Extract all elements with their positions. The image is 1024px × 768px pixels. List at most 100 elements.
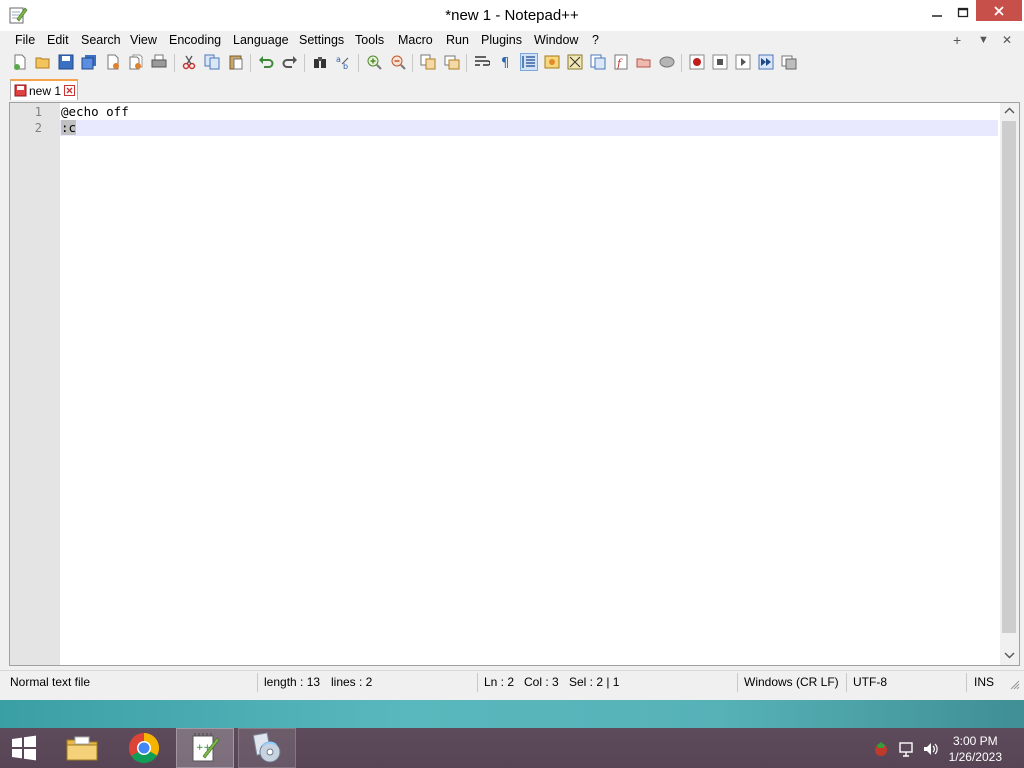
notepadpp-icon: ++ [192, 733, 220, 762]
status-eol[interactable]: Windows (CR LF) [744, 675, 839, 689]
close-window-button[interactable] [976, 0, 1022, 21]
security-tray-icon[interactable] [872, 740, 890, 758]
zoom-in-button[interactable] [365, 53, 383, 71]
menu-tools[interactable]: Tools [355, 33, 384, 47]
menu-file[interactable]: File [15, 33, 35, 47]
close-icon [994, 5, 1004, 16]
tab-bar: new 1 [0, 77, 1024, 100]
tab-close-icon[interactable] [64, 85, 75, 96]
tab-list-dropdown-button[interactable]: ▼ [978, 34, 989, 46]
print-icon [151, 54, 167, 68]
status-divider [257, 673, 258, 692]
status-encoding[interactable]: UTF-8 [853, 675, 887, 689]
menu-settings[interactable]: Settings [299, 33, 344, 47]
paste-button[interactable] [227, 53, 245, 71]
maximize-button[interactable] [946, 0, 980, 26]
menu-macro[interactable]: Macro [398, 33, 433, 47]
status-insert-mode[interactable]: INS [974, 675, 994, 689]
scroll-up-icon[interactable] [1004, 107, 1015, 115]
save-all-button[interactable] [80, 53, 98, 71]
new-tab-button[interactable]: + [953, 32, 961, 48]
menu-encoding[interactable]: Encoding [169, 33, 221, 47]
taskbar-notepadpp[interactable]: ++ [176, 728, 234, 768]
close-all-icon [129, 54, 143, 70]
sync-horizontal-icon [444, 55, 460, 70]
unsaved-file-icon [14, 84, 27, 97]
taskbar: ++ 3:00 PM 1/26/2023 [0, 728, 1024, 768]
sync-horizontal-scrolling-button[interactable] [443, 53, 461, 71]
text-editor[interactable]: 1 2 @echo off :c [9, 102, 1020, 666]
code-line[interactable]: @echo off [61, 104, 129, 119]
record-macro-icon [689, 54, 705, 70]
user-defined-language-button[interactable] [543, 53, 561, 71]
menu-run[interactable]: Run [446, 33, 469, 47]
print-button[interactable] [150, 53, 168, 71]
taskbar-chrome[interactable] [118, 728, 170, 768]
close-document-button[interactable]: ✕ [1002, 33, 1012, 47]
menu-window[interactable]: Window [534, 33, 578, 47]
record-macro-button[interactable] [688, 53, 706, 71]
user-defined-language-icon [544, 55, 560, 69]
volume-tray-icon[interactable] [922, 740, 940, 758]
windows-logo-icon [12, 735, 36, 761]
document-map-button[interactable] [566, 53, 584, 71]
find-button[interactable] [311, 53, 329, 71]
scroll-down-icon[interactable] [1004, 651, 1015, 659]
vertical-scrollbar[interactable] [1000, 103, 1019, 665]
status-ln: Ln : 2 [484, 675, 515, 689]
save-button[interactable] [57, 53, 75, 71]
status-length: length : 13 [264, 675, 321, 689]
word-wrap-button[interactable] [473, 53, 491, 71]
toolbar-separator [681, 54, 682, 72]
word-wrap-icon [475, 56, 490, 66]
close-file-button[interactable] [104, 53, 122, 71]
resize-grip-icon[interactable] [1010, 680, 1020, 690]
status-divider [477, 673, 478, 692]
playback-icon [735, 54, 751, 70]
function-list-button[interactable]: f [612, 53, 630, 71]
cut-button[interactable] [180, 53, 198, 71]
show-all-characters-button[interactable]: ¶ [497, 53, 515, 71]
run-macro-multiple-times-button[interactable] [757, 53, 775, 71]
sync-vertical-scrolling-button[interactable] [419, 53, 437, 71]
menu-help[interactable]: ? [592, 33, 599, 47]
code-line-selected[interactable]: :c [61, 120, 77, 135]
menu-view[interactable]: View [130, 33, 157, 47]
close-all-button[interactable] [127, 53, 145, 71]
stop-recording-button[interactable] [711, 53, 729, 71]
menu-edit[interactable]: Edit [47, 33, 69, 47]
new-file-button[interactable] [11, 53, 29, 71]
menu-plugins[interactable]: Plugins [481, 33, 522, 47]
line-number: 2 [34, 121, 42, 135]
tab-new-1[interactable]: new 1 [10, 79, 78, 100]
scrollbar-thumb[interactable] [1002, 121, 1016, 633]
replace-button[interactable]: ab [335, 53, 353, 71]
toolbar: ab ¶ f [0, 51, 1024, 75]
folder-as-workspace-button[interactable] [635, 53, 653, 71]
taskbar-file-explorer[interactable] [56, 728, 108, 768]
title-bar[interactable]: *new 1 - Notepad++ [0, 0, 1024, 31]
monitoring-button[interactable] [658, 53, 676, 71]
undo-button[interactable] [257, 53, 275, 71]
redo-button[interactable] [281, 53, 299, 71]
zoom-in-icon [367, 55, 382, 70]
toolbar-separator [304, 54, 305, 72]
save-macro-button[interactable] [780, 53, 798, 71]
start-button[interactable] [0, 728, 48, 768]
toolbar-separator [412, 54, 413, 72]
document-list-button[interactable] [589, 53, 607, 71]
taskbar-disc-app[interactable] [238, 728, 296, 768]
toolbar-separator [250, 54, 251, 72]
zoom-out-button[interactable] [389, 53, 407, 71]
taskbar-clock[interactable]: 3:00 PM 1/26/2023 [949, 733, 1002, 765]
copy-button[interactable] [203, 53, 221, 71]
playback-button[interactable] [734, 53, 752, 71]
minimize-icon [932, 15, 942, 17]
clock-time: 3:00 PM [952, 734, 998, 748]
toolbar-separator [358, 54, 359, 72]
menu-language[interactable]: Language [233, 33, 289, 47]
menu-search[interactable]: Search [81, 33, 121, 47]
network-tray-icon[interactable] [898, 740, 916, 758]
indent-guide-button[interactable] [520, 53, 538, 71]
open-file-button[interactable] [34, 53, 52, 71]
